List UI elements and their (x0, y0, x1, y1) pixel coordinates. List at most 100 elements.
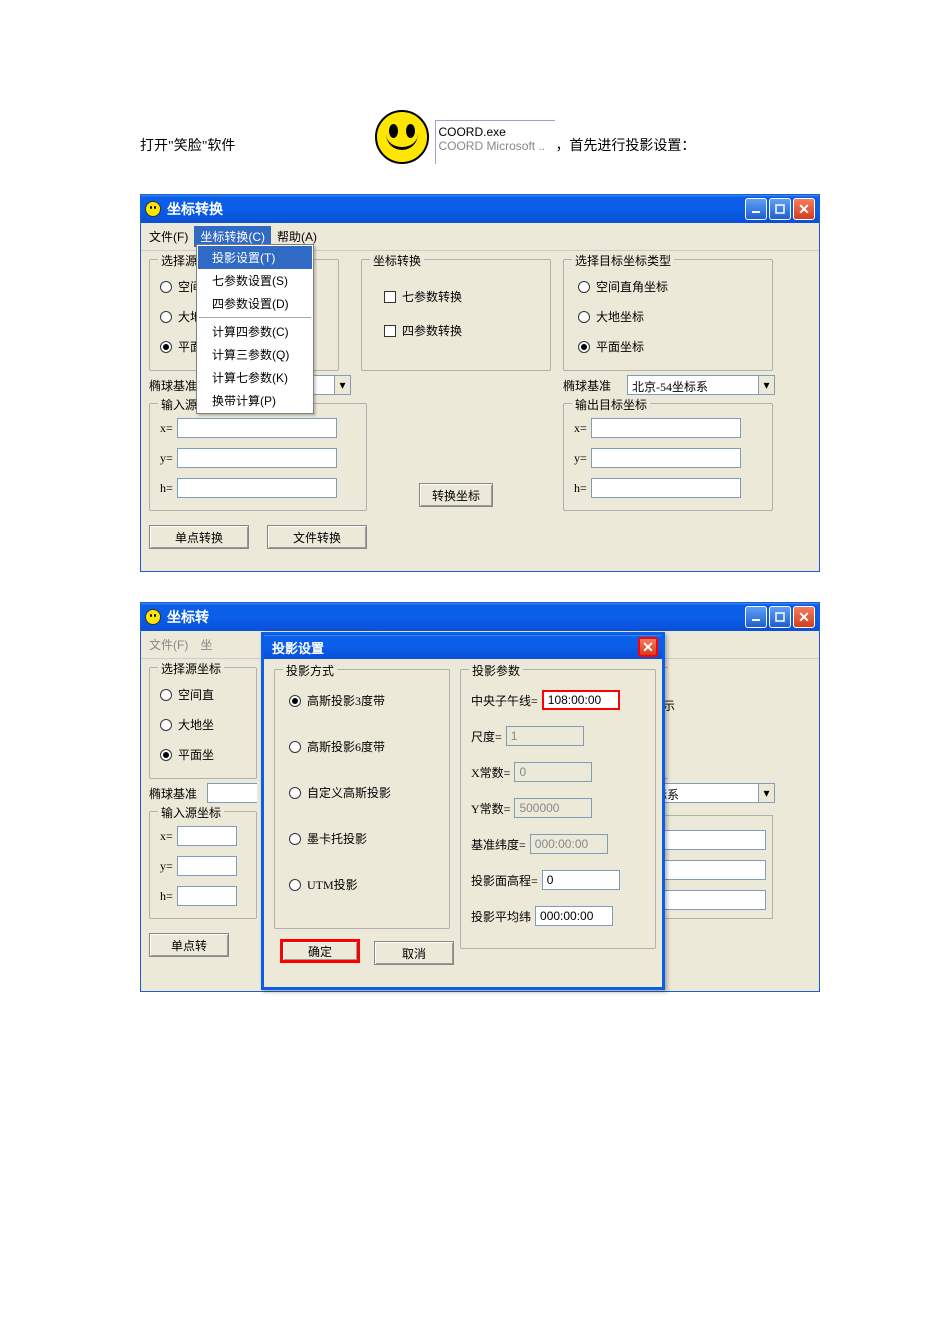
single-point-button[interactable]: 单点转换 (149, 525, 249, 549)
input-central-meridian[interactable] (542, 690, 620, 710)
label-out-x: x= (574, 421, 587, 436)
label-out-y: y= (574, 451, 587, 466)
menu-item-four-param-settings[interactable]: 四参数设置(D) (198, 292, 312, 315)
checkbox-four-param[interactable]: 四参数转换 (384, 322, 462, 339)
close-button[interactable]: ✕ (793, 606, 815, 628)
input-group-legend-bg: 输入源坐标 (158, 804, 224, 821)
menubar: 文件(F) 坐标转换(C) 帮助(A) 投影设置(T) 七参数设置(S) 四参数… (141, 223, 819, 251)
app-icon (145, 609, 161, 625)
smiley-icon (375, 110, 429, 164)
radio-source-geodetic-bg[interactable]: 大地坐 (160, 716, 214, 733)
radio-target-geodetic[interactable]: 大地坐标 (578, 308, 644, 325)
modal-close-button[interactable]: ✕ (638, 637, 658, 657)
target-coord-type-group: 选择目标坐标类型 空间直角坐标 大地坐标 平面坐标 (563, 259, 773, 371)
titlebar-bg[interactable]: 坐标转 ✕ (141, 603, 819, 631)
source-ellipsoid-combo-bg[interactable] (207, 783, 257, 803)
label-y: y= (160, 451, 173, 466)
radio-custom-gauss[interactable]: 自定义高斯投影 (289, 784, 391, 801)
label-out-h: h= (574, 481, 587, 496)
output-target-coord-group: 输出目标坐标 x= y= h= (563, 403, 773, 511)
input-source-coord-group: 输入源坐标 x= y= h= (149, 403, 367, 511)
output-target-x-edge[interactable] (648, 830, 766, 850)
input-source-h-bg[interactable] (177, 886, 237, 906)
label-h-bg: h= (160, 889, 173, 904)
projection-settings-dialog: 投影设置 ✕ 投影方式 高斯投影3度带 高斯投影6度带 自定义高斯投影 墨卡托投… (261, 632, 665, 990)
minimize-button[interactable] (745, 606, 767, 628)
menu-coord-disabled: 坐 (194, 634, 218, 655)
coord-transform-window: 坐标转换 ✕ 文件(F) 坐标转换(C) 帮助(A) 投影设置(T) 七参数设置… (140, 194, 820, 572)
label-y-const: Y常数= (471, 800, 510, 817)
input-avg-lat[interactable] (535, 906, 613, 926)
input-source-x-bg[interactable] (177, 826, 237, 846)
file-convert-button[interactable]: 文件转换 (267, 525, 367, 549)
target-ellipsoid-label: 椭球基准 (563, 377, 611, 394)
menu-item-projection-settings[interactable]: 投影设置(T) (198, 246, 312, 269)
intro-prefix: 打开"笑脸"软件 (140, 136, 235, 164)
label-proj-elev: 投影面高程= (471, 872, 538, 889)
radio-source-space-bg[interactable]: 空间直 (160, 686, 214, 703)
modal-title: 投影设置 (272, 638, 324, 657)
menu-item-calc-four-param[interactable]: 计算四参数(C) (198, 320, 312, 343)
input-base-lat (530, 834, 608, 854)
window-title: 坐标转换 (167, 199, 223, 219)
coord-transform-dropdown: 投影设置(T) 七参数设置(S) 四参数设置(D) 计算四参数(C) 计算三参数… (196, 244, 314, 414)
target-ellipsoid-combo[interactable]: 北京-54坐标系 ▾ (627, 375, 775, 395)
input-source-h[interactable] (177, 478, 337, 498)
input-x-const (514, 762, 592, 782)
radio-target-space[interactable]: 空间直角坐标 (578, 278, 668, 295)
output-target-h[interactable] (591, 478, 741, 498)
ok-button[interactable]: 确定 (280, 939, 360, 963)
intro-row: 打开"笑脸"软件 COORD.exe COORD Microsoft .. ，首… (140, 110, 820, 164)
output-target-x[interactable] (591, 418, 741, 438)
label-x: x= (160, 421, 173, 436)
radio-mercator[interactable]: 墨卡托投影 (289, 830, 367, 847)
close-button[interactable]: ✕ (793, 198, 815, 220)
titlebar[interactable]: 坐标转换 ✕ (141, 195, 819, 223)
menu-item-seven-param-settings[interactable]: 七参数设置(S) (198, 269, 312, 292)
input-source-y-bg[interactable] (177, 856, 237, 876)
maximize-button[interactable] (769, 198, 791, 220)
dropdown-arrow-icon: ▾ (758, 376, 774, 394)
output-target-y-edge[interactable] (648, 860, 766, 880)
window-title-bg: 坐标转 (167, 607, 209, 627)
input-source-y[interactable] (177, 448, 337, 468)
coord-conversion-group: 坐标转换 七参数转换 四参数转换 (361, 259, 551, 371)
modal-titlebar[interactable]: 投影设置 ✕ (264, 635, 662, 659)
conversion-group-legend: 坐标转换 (370, 252, 424, 269)
output-target-h-edge[interactable] (648, 890, 766, 910)
input-scale (506, 726, 584, 746)
projection-method-group: 投影方式 高斯投影3度带 高斯投影6度带 自定义高斯投影 墨卡托投影 UTM投影 (274, 669, 450, 929)
single-point-button-bg[interactable]: 单点转 (149, 933, 229, 957)
coord-transform-window-bg: 坐标转 ✕ 文件(F) 坐 选择源坐标 空间直 大地坐 平面坐 椭球基准 (140, 602, 820, 992)
output-target-y[interactable] (591, 448, 741, 468)
menu-item-zone-calc[interactable]: 换带计算(P) (198, 389, 312, 412)
checkbox-seven-param[interactable]: 七参数转换 (384, 288, 462, 305)
convert-button[interactable]: 转换坐标 (419, 483, 493, 507)
label-avg-lat: 投影平均纬 (471, 908, 531, 925)
input-proj-elev[interactable] (542, 870, 620, 890)
radio-source-plane-bg[interactable]: 平面坐 (160, 746, 214, 763)
projection-params-group: 投影参数 中央子午线= 尺度= X常数= (460, 669, 656, 949)
minimize-button[interactable] (745, 198, 767, 220)
exe-description: COORD Microsoft .. (438, 139, 549, 153)
menu-item-calc-three-param[interactable]: 计算三参数(Q) (198, 343, 312, 366)
label-x-bg: x= (160, 829, 173, 844)
radio-gauss-6deg[interactable]: 高斯投影6度带 (289, 738, 385, 755)
projection-params-legend: 投影参数 (469, 662, 523, 679)
menu-item-calc-seven-param[interactable]: 计算七参数(K) (198, 366, 312, 389)
label-h: h= (160, 481, 173, 496)
radio-target-plane[interactable]: 平面坐标 (578, 338, 644, 355)
source-coord-type-group-bg: 选择源坐标 空间直 大地坐 平面坐 (149, 667, 257, 779)
maximize-button[interactable] (769, 606, 791, 628)
source-ellipsoid-label-bg: 椭球基准 (149, 785, 197, 802)
menu-file[interactable]: 文件(F) (143, 226, 194, 247)
cancel-button[interactable]: 取消 (374, 941, 454, 965)
radio-utm[interactable]: UTM投影 (289, 876, 358, 893)
projection-method-legend: 投影方式 (283, 662, 337, 679)
label-central-meridian: 中央子午线= (471, 692, 538, 709)
input-source-x[interactable] (177, 418, 337, 438)
label-x-const: X常数= (471, 764, 510, 781)
input-source-coord-group-bg: 输入源坐标 x= y= h= (149, 811, 257, 919)
exe-file-label: COORD.exe COORD Microsoft .. (435, 120, 555, 164)
radio-gauss-3deg[interactable]: 高斯投影3度带 (289, 692, 385, 709)
